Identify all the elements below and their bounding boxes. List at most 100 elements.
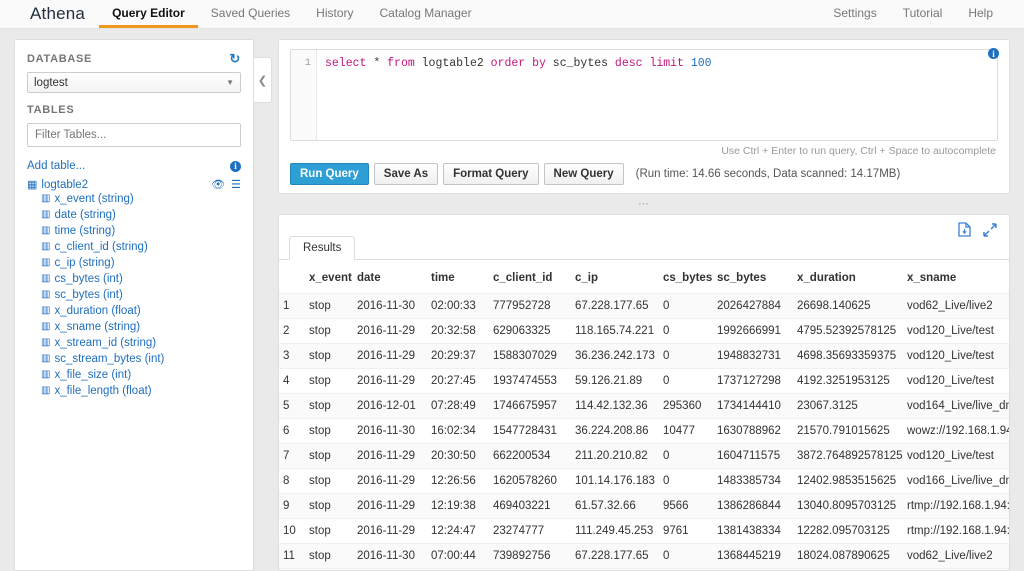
cell-cs_bytes: 0 [659,368,713,394]
column-item-label: x_event (string) [54,193,134,205]
column-item-label: x_stream_id (string) [54,337,157,349]
table-row[interactable]: 1 stop 2016-11-30 02:00:33 777952728 67.228.1… [279,293,1009,319]
column-header-cs_bytes[interactable]: cs_bytes [659,260,713,294]
column-header-c_client_id[interactable]: c_client_id [489,260,571,294]
preview-eye-icon[interactable]: 👁 [211,179,225,191]
chevron-down-icon: ▼ [226,78,234,87]
table-row[interactable]: 10 stop 2016-11-29 12:24:47 23274777 111.249.… [279,518,1009,544]
column-item[interactable]: ▥ date (string) [27,207,241,223]
cell-time: 20:27:45 [427,368,489,394]
tab-query-editor[interactable]: Query Editor [99,0,198,28]
row-index: 9 [279,493,305,519]
column-item[interactable]: ▥ c_client_id (string) [27,239,241,255]
query-editor-panel: i 1 select * from logtable2 order by sc_… [278,39,1010,194]
column-item[interactable]: ▥ c_ip (string) [27,255,241,271]
nav-link-help[interactable]: Help [955,0,1006,28]
table-row[interactable]: 4 stop 2016-11-29 20:27:45 1937474553 59.126.… [279,368,1009,394]
table-row[interactable]: 5 stop 2016-12-01 07:28:49 1746675957 114.42.… [279,393,1009,419]
column-item[interactable]: ▥ x_event (string) [27,191,241,207]
filter-tables-input[interactable] [27,123,241,147]
cell-x_duration: 23067.3125 [793,393,903,419]
table-row[interactable]: 9 stop 2016-11-29 12:19:38 469403221 61.57.32… [279,493,1009,519]
refresh-icon[interactable]: ↻ [229,52,241,65]
cell-time: 20:32:58 [427,318,489,344]
column-header-x_duration[interactable]: x_duration [793,260,903,294]
cell-cs_bytes: 0 [659,468,713,494]
nav-link-settings[interactable]: Settings [820,0,889,28]
column-header-date[interactable]: date [353,260,427,294]
table-header-row: x_event date time c_client_id c_ip cs_by… [279,260,1009,294]
cell-x_sname: vod164_Live/live_dms [903,393,1009,419]
cell-c_ip: 111.249.45.253 [571,518,659,544]
cell-x_sname: rtmp://192.168.1.94:1935/live-transcode/… [903,518,1009,544]
run-query-button[interactable]: Run Query [290,163,369,185]
cell-sc_bytes: 1483385734 [713,468,793,494]
cell-date: 2016-11-29 [353,318,427,344]
column-header-x_event[interactable]: x_event [305,260,353,294]
format-query-button[interactable]: Format Query [443,163,539,185]
table-row[interactable]: 11 stop 2016-11-30 07:00:44 739892756 67.228.… [279,543,1009,569]
database-select[interactable]: logtest ▼ [27,72,241,93]
cell-sc_bytes: 1604711575 [713,443,793,469]
cell-date: 2016-11-30 [353,293,427,319]
info-icon[interactable]: i [230,160,241,172]
table-row[interactable]: 8 stop 2016-11-29 12:26:56 1620578260 101.14.… [279,468,1009,494]
add-table-link[interactable]: Add table... i [27,160,241,172]
expand-icon[interactable] [983,222,997,239]
cell-c_ip: 61.57.32.66 [571,493,659,519]
download-file-icon[interactable] [958,222,971,239]
column-header-sc_bytes[interactable]: sc_bytes [713,260,793,294]
table-row[interactable]: 6 stop 2016-11-30 16:02:34 1547728431 36.224.… [279,418,1009,444]
column-item[interactable]: ▥ x_sname (string) [27,319,241,335]
tab-history[interactable]: History [303,0,366,28]
table-row[interactable]: 2 stop 2016-11-29 20:32:58 629063325 118.165.… [279,318,1009,344]
cell-x_event: stop [305,343,353,369]
table-row[interactable]: 3 stop 2016-11-29 20:29:37 1588307029 36.236.… [279,343,1009,369]
nav-right-links: Settings Tutorial Help [820,0,1024,28]
cell-sc_bytes: 1734144410 [713,393,793,419]
new-query-button[interactable]: New Query [543,163,624,185]
tab-catalog-manager[interactable]: Catalog Manager [367,0,485,28]
table-menu-icon[interactable]: ☰ [231,179,241,191]
column-item[interactable]: ▥ x_file_length (float) [27,383,241,399]
column-item[interactable]: ▥ sc_bytes (int) [27,287,241,303]
column-header-x_sname[interactable]: x_sname [903,260,1009,294]
cell-x_event: stop [305,543,353,569]
info-icon[interactable]: i [988,48,999,59]
column-icon: ▥ [41,209,51,220]
cell-x_duration: 3872.764892578125 [793,443,903,469]
row-index: 5 [279,393,305,419]
row-index: 1 [279,293,305,319]
column-item[interactable]: ▥ cs_bytes (int) [27,271,241,287]
column-header-c_ip[interactable]: c_ip [571,260,659,294]
column-icon: ▥ [41,273,51,284]
sql-token: 100 [690,57,712,70]
column-item[interactable]: ▥ sc_stream_bytes (int) [27,351,241,367]
main-nav-tabs: Query Editor Saved Queries History Catal… [99,0,484,28]
cell-c_ip: 114.42.132.36 [571,393,659,419]
column-item[interactable]: ▥ x_stream_id (string) [27,335,241,351]
table-item-logtable2[interactable]: ▦ logtable2 👁 ☰ [27,179,241,191]
cell-cs_bytes: 9761 [659,518,713,544]
sidebar-collapse-handle[interactable]: ❮ [254,57,272,103]
tab-results[interactable]: Results [289,236,356,260]
column-header-time[interactable]: time [427,260,489,294]
column-item[interactable]: ▥ time (string) [27,223,241,239]
cell-x_sname: vod120_Live/test [903,343,1009,369]
panel-resize-grip[interactable]: ⋯ [278,194,1010,214]
nav-link-tutorial[interactable]: Tutorial [890,0,956,28]
cell-x_duration: 13040.8095703125 [793,493,903,519]
table-row[interactable]: 7 stop 2016-11-29 20:30:50 662200534 211.20.2… [279,443,1009,469]
save-as-button[interactable]: Save As [373,163,439,185]
tab-saved-queries[interactable]: Saved Queries [198,0,303,28]
sql-editor[interactable]: 1 select * from logtable2 order by sc_by… [290,49,998,141]
cell-x_duration: 12402.9853515625 [793,468,903,494]
column-item[interactable]: ▥ x_duration (float) [27,303,241,319]
cell-sc_bytes: 1386286844 [713,493,793,519]
column-item[interactable]: ▥ x_file_size (int) [27,367,241,383]
cell-x_sname: rtmp://192.168.1.94:1935/live-transcode/… [903,493,1009,519]
cell-sc_bytes: 1630788962 [713,418,793,444]
sql-code-area[interactable]: select * from logtable2 order by sc_byte… [317,50,997,140]
cell-x_duration: 21570.791015625 [793,418,903,444]
cell-x_event: stop [305,518,353,544]
